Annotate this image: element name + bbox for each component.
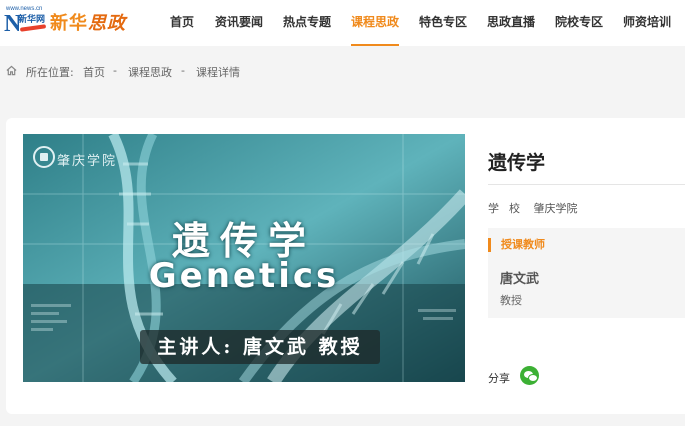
breadcrumb-current: 课程详情 [196, 66, 240, 79]
teacher-box: 授课教师 唐文武 教授 [488, 228, 685, 318]
school-label: 学校 [488, 202, 530, 215]
logo-title-a: 新华 [50, 13, 88, 34]
nav-item-news[interactable]: 资讯要闻 [215, 0, 263, 46]
nav-item-course[interactable]: 课程思政 [351, 0, 400, 46]
school-value: 肇庆学院 [533, 202, 578, 215]
share-label: 分享 [488, 372, 510, 385]
breadcrumb-course[interactable]: 课程思政 [128, 64, 172, 80]
title-divider [488, 184, 685, 185]
course-title: 遗传学 [488, 152, 546, 174]
school-emblem-icon [33, 146, 55, 168]
teacher-heading: 授课教师 [488, 238, 545, 252]
breadcrumb-separator: - [181, 64, 185, 77]
nav-item-featured[interactable]: 特色专区 [419, 0, 467, 46]
nav-item-live[interactable]: 思政直播 [487, 0, 535, 46]
banner-speaker: 主讲人: 唐文武 教授 [140, 330, 380, 364]
breadcrumb-prefix: 所在位置: [26, 66, 74, 79]
logo-title: 新华思政 [50, 9, 126, 35]
site-header: www.news.cn N 新华网 新华思政 首页 资讯要闻 热点专题 课程思政… [0, 0, 685, 46]
breadcrumb-separator: - [113, 64, 117, 77]
teacher-name[interactable]: 唐文武 [500, 268, 539, 287]
teacher-title: 教授 [500, 294, 522, 307]
course-banner[interactable]: 肇庆学院 遗传学 Genetics 主讲人: 唐文武 教授 [23, 134, 465, 382]
nav-item-colleges[interactable]: 院校专区 [555, 0, 603, 46]
site-logo[interactable]: www.news.cn N 新华网 新华思政 [4, 4, 144, 40]
logo-title-b: 思政 [88, 13, 126, 34]
banner-title-en: Genetics [148, 256, 340, 296]
logo-swoosh-icon [19, 24, 47, 32]
home-icon [6, 65, 17, 76]
nav-item-home[interactable]: 首页 [170, 0, 194, 46]
nav-item-topics[interactable]: 热点专题 [283, 0, 331, 46]
breadcrumb-home[interactable]: 首页 [83, 64, 105, 80]
school-row: 学校 肇庆学院 [488, 200, 578, 216]
course-card: 肇庆学院 遗传学 Genetics 主讲人: 唐文武 教授 遗传学 学校 肇庆学… [6, 118, 685, 414]
banner-school: 肇庆学院 [57, 154, 118, 169]
wechat-icon[interactable] [520, 366, 539, 385]
nav-item-training[interactable]: 师资培训 [623, 0, 671, 46]
logo-xinhua: 新华网 [18, 15, 46, 25]
xinhuanet-logo: www.news.cn N 新华网 [4, 6, 47, 36]
